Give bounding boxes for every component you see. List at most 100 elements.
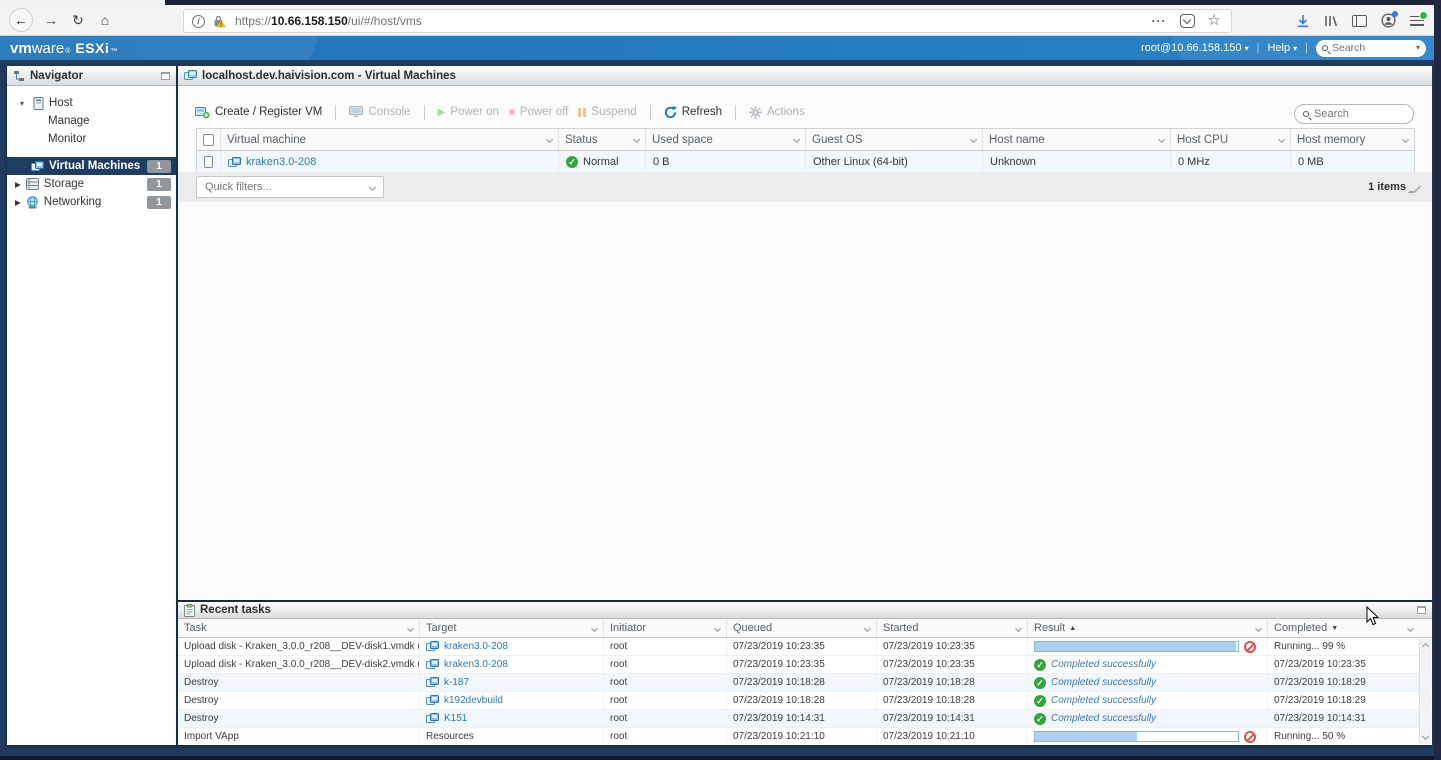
suspend-icon: [578, 108, 586, 117]
column-task[interactable]: Task: [178, 619, 420, 637]
cancel-task-icon[interactable]: [1244, 731, 1256, 743]
column-target[interactable]: Target: [420, 619, 604, 637]
column-label: Target: [426, 622, 457, 634]
url-text[interactable]: https://10.66.158.150/ui/#/host/vms: [235, 14, 1152, 28]
column-menu-icon[interactable]: [1255, 624, 1262, 631]
download-icon[interactable]: [1296, 14, 1310, 28]
bookmark-star-icon[interactable]: ☆: [1208, 14, 1221, 28]
panel-popout-icon[interactable]: [161, 72, 170, 80]
expand-icon[interactable]: ▸: [15, 177, 21, 191]
back-button[interactable]: ←: [9, 8, 33, 32]
column-initiator[interactable]: Initiator: [604, 619, 727, 637]
column-host-name[interactable]: Host name: [983, 129, 1171, 150]
column-virtual-machine[interactable]: Virtual machine: [221, 129, 559, 150]
task-target-link[interactable]: k-187: [444, 677, 469, 688]
column-menu-icon[interactable]: [591, 624, 598, 631]
task-row[interactable]: Import VApp Resources root 07/23/2019 10…: [178, 728, 1432, 745]
row-select-cell[interactable]: [197, 151, 221, 173]
column-menu-icon[interactable]: [1278, 136, 1285, 143]
global-search[interactable]: ▾: [1316, 40, 1426, 57]
column-menu-icon[interactable]: [1407, 624, 1414, 631]
column-menu-icon[interactable]: [970, 136, 977, 143]
page-title: localhost.dev.haivision.com - Virtual Ma…: [202, 70, 456, 82]
column-result[interactable]: Result▲: [1028, 619, 1268, 637]
column-completed[interactable]: Completed▼: [1268, 619, 1419, 637]
sidebar-item-networking[interactable]: ▸ Networking 1: [7, 193, 176, 211]
vm-search[interactable]: [1294, 104, 1414, 124]
column-host-cpu[interactable]: Host CPU: [1171, 129, 1291, 150]
menu-button[interactable]: [1410, 16, 1424, 26]
column-queued[interactable]: Queued: [727, 619, 877, 637]
vm-search-input[interactable]: [1314, 108, 1394, 120]
vm-table: Virtual machine Status Used space Guest …: [196, 128, 1415, 174]
forward-icon: →: [44, 12, 58, 28]
task-name: Destroy: [178, 710, 420, 727]
sidebar-item-host[interactable]: ▾ Host: [7, 94, 176, 112]
library-icon[interactable]: [1324, 14, 1338, 28]
task-target-link[interactable]: kraken3.0-208: [444, 641, 508, 652]
account-icon[interactable]: [1381, 13, 1396, 28]
power-off-button[interactable]: ■ Power off: [509, 106, 568, 118]
suspend-button[interactable]: Suspend: [578, 106, 636, 118]
select-all-cell[interactable]: [197, 129, 221, 150]
column-menu-icon[interactable]: [1015, 624, 1022, 631]
cancel-task-icon[interactable]: [1244, 641, 1256, 653]
column-host-memory[interactable]: Host memory: [1291, 129, 1414, 150]
column-guest-os[interactable]: Guest OS: [806, 129, 983, 150]
column-menu-icon[interactable]: [714, 624, 721, 631]
column-menu-icon[interactable]: [864, 624, 871, 631]
column-status[interactable]: Status: [559, 129, 646, 150]
task-target-link[interactable]: k192devbuild: [444, 695, 503, 706]
vm-table-row[interactable]: kraken3.0-208 ✓ Normal 0 B Other Linux (…: [197, 151, 1414, 173]
scroll-up-icon[interactable]: [1422, 643, 1429, 650]
column-menu-icon[interactable]: [633, 136, 640, 143]
task-row[interactable]: Destroy k-187 root 07/23/2019 10:18:28 0…: [178, 674, 1432, 692]
scroll-down-icon[interactable]: [1422, 733, 1429, 740]
task-row[interactable]: Upload disk - Kraken_3.0.0_r208__DEV-dis…: [178, 638, 1432, 656]
insecure-lock-icon[interactable]: [212, 14, 226, 28]
column-menu-icon[interactable]: [793, 136, 800, 143]
column-menu-icon[interactable]: [1158, 136, 1165, 143]
sidebar-item-manage[interactable]: Manage: [7, 112, 176, 130]
column-used-space[interactable]: Used space: [646, 129, 806, 150]
home-button[interactable]: ⌂: [96, 12, 114, 28]
task-row[interactable]: Destroy K151 root 07/23/2019 10:14:31 07…: [178, 710, 1432, 728]
expand-icon[interactable]: ▸: [15, 195, 21, 209]
create-register-vm-button[interactable]: Create / Register VM: [195, 106, 322, 119]
resize-grip-icon[interactable]: [1408, 186, 1422, 193]
vm-name-link[interactable]: kraken3.0-208: [246, 156, 316, 168]
task-row[interactable]: Destroy k192devbuild root 07/23/2019 10:…: [178, 692, 1432, 710]
power-on-button[interactable]: ▶ Power on: [438, 106, 499, 118]
column-menu-icon[interactable]: [407, 624, 414, 631]
column-started[interactable]: Started: [877, 619, 1028, 637]
task-row[interactable]: Upload disk - Kraken_3.0.0_r208__DEV-dis…: [178, 656, 1432, 674]
user-menu[interactable]: root@10.66.158.150 ▾: [1141, 42, 1249, 54]
forward-button[interactable]: →: [42, 12, 60, 28]
vm-guest-os-cell: Other Linux (64-bit): [806, 151, 983, 173]
help-menu[interactable]: Help ▾: [1267, 42, 1297, 54]
select-all-checkbox[interactable]: [203, 134, 214, 146]
page-actions-icon[interactable]: ···: [1152, 14, 1167, 28]
page-info-icon[interactable]: i: [192, 15, 205, 28]
sidebar-item-monitor[interactable]: Monitor: [7, 130, 176, 148]
row-checkbox[interactable]: [204, 156, 213, 168]
pocket-icon[interactable]: [1180, 14, 1195, 28]
url-bar[interactable]: i https://10.66.158.150/ui/#/host/vms ··…: [183, 9, 1232, 33]
expand-icon[interactable]: ▾: [20, 99, 28, 108]
column-menu-icon[interactable]: [1402, 136, 1409, 143]
panel-popout-icon[interactable]: [1417, 606, 1426, 614]
tasks-scrollbar[interactable]: [1419, 639, 1431, 744]
sidebar-item-storage[interactable]: ▸ Storage 1: [7, 175, 176, 193]
quick-filters-dropdown[interactable]: Quick filters...: [196, 176, 384, 198]
sidebar-toggle-icon[interactable]: [1352, 15, 1367, 27]
esxi-header: vmware® ESXi™ root@10.66.158.150 ▾ | Hel…: [0, 36, 1434, 60]
sidebar-item-virtual-machines[interactable]: Virtual Machines 1: [7, 157, 176, 175]
task-target-link[interactable]: K151: [444, 713, 467, 724]
console-button[interactable]: Console: [349, 106, 410, 118]
column-menu-icon[interactable]: [546, 136, 553, 143]
refresh-button[interactable]: Refresh: [664, 106, 722, 119]
actions-button[interactable]: Actions: [749, 106, 805, 119]
reload-button[interactable]: ↻: [69, 12, 87, 29]
task-target-link[interactable]: kraken3.0-208: [444, 659, 508, 670]
global-search-input[interactable]: [1332, 42, 1394, 54]
